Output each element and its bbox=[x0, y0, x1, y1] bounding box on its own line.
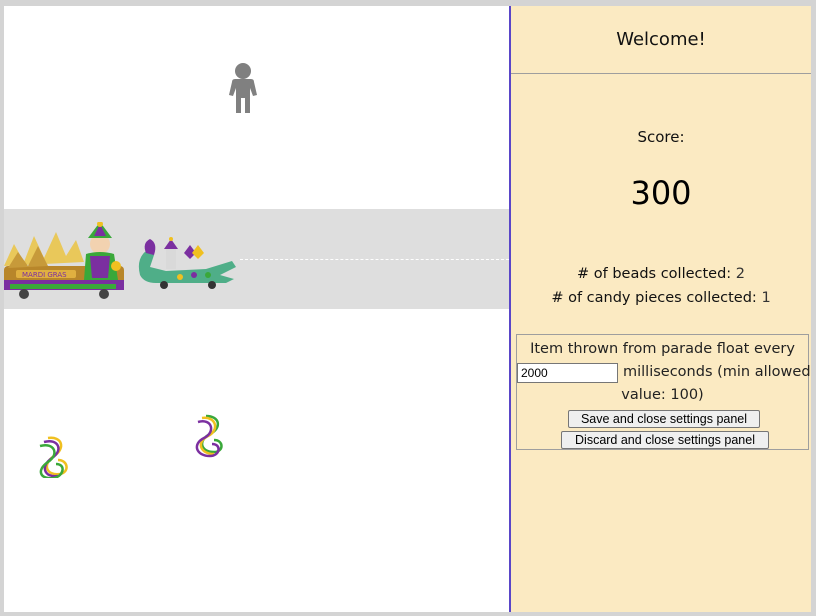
settings-units-label: milliseconds (min allowed bbox=[623, 364, 811, 380]
parade-float-gator-icon bbox=[138, 237, 236, 289]
score-label: Score: bbox=[637, 128, 685, 146]
settings-description: Item thrown from parade float every bbox=[530, 341, 795, 357]
app-frame: MARDI GRAS Welcome! Score: 300 # of bead… bbox=[4, 6, 811, 612]
candy-collected-count: 1 bbox=[761, 290, 771, 306]
beads-collected-label: # of beads collected: bbox=[576, 266, 732, 282]
parade-float-king-icon: MARDI GRAS bbox=[4, 222, 124, 299]
save-settings-button[interactable]: Save and close settings panel bbox=[568, 410, 760, 428]
settings-panel: Item thrown from parade float every mill… bbox=[516, 334, 811, 450]
person-icon[interactable] bbox=[226, 62, 260, 114]
candy-collected-stat: # of candy pieces collected: 1 bbox=[511, 290, 811, 306]
beads-icon[interactable] bbox=[184, 412, 228, 458]
road-center-line bbox=[240, 259, 509, 260]
score-value: 300 bbox=[630, 174, 692, 212]
discard-settings-button[interactable]: Discard and close settings panel bbox=[561, 431, 769, 449]
game-area[interactable]: MARDI GRAS bbox=[4, 6, 509, 612]
beads-collected-stat: # of beads collected: 2 bbox=[511, 266, 811, 282]
candy-collected-label: # of candy pieces collected: bbox=[551, 290, 757, 306]
beads-collected-count: 2 bbox=[735, 266, 746, 282]
score-panel: Welcome! Score: 300 # of beads collected… bbox=[511, 6, 811, 612]
welcome-header: Welcome! bbox=[511, 6, 811, 74]
beads-icon[interactable] bbox=[28, 434, 72, 478]
settings-min-value-label: value: 100) bbox=[621, 387, 704, 403]
throw-interval-input[interactable] bbox=[517, 363, 618, 383]
svg-text:MARDI GRAS: MARDI GRAS bbox=[22, 271, 67, 279]
